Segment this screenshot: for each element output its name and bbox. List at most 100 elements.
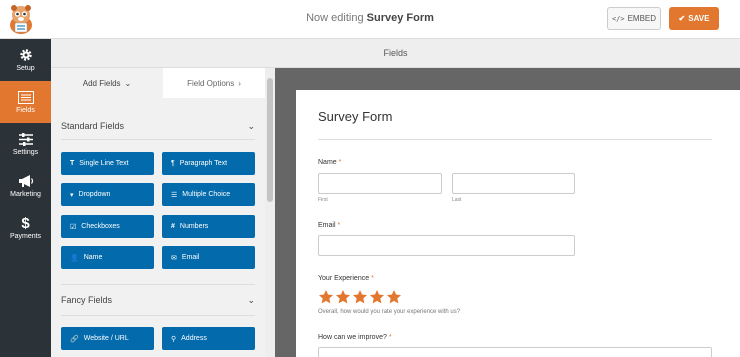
- field-button-name[interactable]: 👤 Name: [61, 246, 154, 269]
- gear-icon: [19, 48, 33, 62]
- map-marker-icon: ⚲: [171, 335, 177, 343]
- field-button-label: Paragraph Text: [179, 160, 228, 167]
- divider: [61, 284, 255, 285]
- chevron-down-icon: ⌄: [124, 78, 132, 88]
- fields-icon: [17, 90, 34, 104]
- star-icon[interactable]: [369, 289, 385, 305]
- field-button-label: Single Line Text: [79, 160, 129, 167]
- dollar-icon: $: [21, 214, 30, 232]
- checkmark-icon: ✔: [678, 14, 686, 23]
- list-icon: ☰: [171, 191, 178, 199]
- standard-fields-header[interactable]: Standard Fields ⌄: [61, 116, 255, 136]
- nav-item-settings[interactable]: Settings: [0, 123, 51, 165]
- nav-item-marketing[interactable]: Marketing: [0, 165, 51, 207]
- field-button-address[interactable]: ⚲ Address: [162, 327, 255, 350]
- dropdown-icon: ▾: [70, 191, 74, 199]
- required-mark: *: [371, 275, 374, 282]
- rating-stars[interactable]: [318, 289, 402, 305]
- tab-label: Field Options: [187, 78, 235, 88]
- field-button-label: Name: [83, 254, 103, 261]
- first-sublabel: First: [318, 197, 328, 203]
- fancy-fields-header[interactable]: Fancy Fields ⌄: [61, 290, 255, 310]
- nav-label: Settings: [12, 149, 39, 156]
- nav-label: Marketing: [10, 191, 41, 198]
- nav-item-fields[interactable]: Fields: [0, 81, 51, 123]
- tab-label: Add Fields: [82, 78, 121, 88]
- nav-label: Fields: [16, 107, 35, 114]
- embed-label: EMBED: [627, 14, 657, 23]
- chevron-down-icon: ⌄: [247, 294, 255, 305]
- nav-label: Setup: [16, 65, 35, 72]
- panel-tabs: Add Fields ⌄ Field Options ›: [51, 68, 265, 99]
- text-icon: T: [70, 160, 75, 167]
- star-icon[interactable]: [318, 289, 334, 305]
- name-label: Name *: [318, 159, 341, 166]
- sliders-icon: [18, 132, 33, 146]
- star-icon[interactable]: [335, 289, 351, 305]
- panel-content: Standard Fields ⌄ T Single Line Text ¶ P…: [51, 99, 265, 357]
- field-button-label: Checkboxes: [81, 223, 120, 230]
- improve-textarea[interactable]: [318, 347, 712, 357]
- section-title: Standard Fields: [61, 121, 125, 131]
- field-button-multiple-choice[interactable]: ☰ Multiple Choice: [162, 183, 255, 206]
- field-button-dropdown[interactable]: ▾ Dropdown: [61, 183, 154, 206]
- link-icon: 🔗: [70, 335, 79, 343]
- last-name-input[interactable]: [452, 173, 575, 194]
- form-title: Survey Form: [318, 109, 393, 124]
- field-button-label: Email: [181, 254, 200, 261]
- email-label: Email *: [318, 222, 340, 229]
- save-button[interactable]: ✔ SAVE: [669, 7, 719, 30]
- nav-label: Payments: [9, 233, 42, 240]
- required-mark: *: [337, 222, 341, 229]
- last-sublabel: Last: [452, 197, 462, 203]
- embed-button[interactable]: </> EMBED: [607, 7, 661, 30]
- fields-title: Fields: [383, 48, 408, 58]
- field-button-checkboxes[interactable]: ☑ Checkboxes: [61, 215, 154, 238]
- field-button-paragraph-text[interactable]: ¶ Paragraph Text: [162, 152, 255, 175]
- panel-scrollbar-thumb[interactable]: [267, 78, 273, 202]
- field-button-label: Multiple Choice: [182, 191, 231, 198]
- field-button-numbers[interactable]: # Numbers: [162, 215, 255, 238]
- left-nav: Setup Fields Settings Marketing $ Paymen…: [0, 39, 51, 357]
- name-label-text: Name: [318, 159, 337, 166]
- required-mark: *: [338, 159, 342, 166]
- email-label-text: Email: [318, 222, 336, 229]
- field-button-label: Website / URL: [83, 335, 129, 342]
- required-mark: *: [388, 334, 392, 341]
- chevron-down-icon: ⌄: [247, 120, 255, 131]
- field-button-email[interactable]: ✉ Email: [162, 246, 255, 269]
- nav-item-payments[interactable]: $ Payments: [0, 207, 51, 249]
- star-icon[interactable]: [386, 289, 402, 305]
- divider: [61, 315, 255, 316]
- improve-label: How can we improve? *: [318, 334, 392, 341]
- experience-description: Overall, how would you rate your experie…: [318, 309, 461, 315]
- chevron-right-icon: ›: [238, 78, 241, 88]
- experience-label: Your Experience *: [318, 275, 374, 282]
- email-input[interactable]: [318, 235, 575, 256]
- tab-add-fields[interactable]: Add Fields ⌄: [51, 68, 163, 98]
- field-button-label: Address: [181, 335, 207, 342]
- field-button-website-url[interactable]: 🔗 Website / URL: [61, 327, 154, 350]
- field-button-label: Dropdown: [78, 191, 111, 198]
- first-name-input[interactable]: [318, 173, 442, 194]
- top-header: Now editing Survey Form </> EMBED ✔ SAVE: [0, 0, 740, 39]
- experience-label-text: Your Experience: [318, 275, 370, 282]
- form-preview-card: [296, 90, 740, 357]
- fields-title-bar: Fields: [51, 39, 740, 68]
- megaphone-icon: [18, 174, 34, 188]
- section-title: Fancy Fields: [61, 295, 113, 305]
- user-icon: 👤: [70, 254, 79, 262]
- envelope-icon: ✉: [171, 254, 177, 262]
- divider: [61, 139, 255, 140]
- improve-label-text: How can we improve?: [318, 334, 387, 341]
- fields-panel: Add Fields ⌄ Field Options › Standard Fi…: [51, 68, 275, 357]
- nav-item-setup[interactable]: Setup: [0, 39, 51, 81]
- code-icon: </>: [611, 14, 625, 23]
- paragraph-icon: ¶: [171, 160, 175, 167]
- tab-field-options[interactable]: Field Options ›: [163, 68, 265, 98]
- field-button-single-line-text[interactable]: T Single Line Text: [61, 152, 154, 175]
- star-icon[interactable]: [352, 289, 368, 305]
- field-button-label: Numbers: [179, 223, 209, 230]
- title-prefix: Now editing: [306, 12, 364, 24]
- checkbox-icon: ☑: [70, 223, 77, 231]
